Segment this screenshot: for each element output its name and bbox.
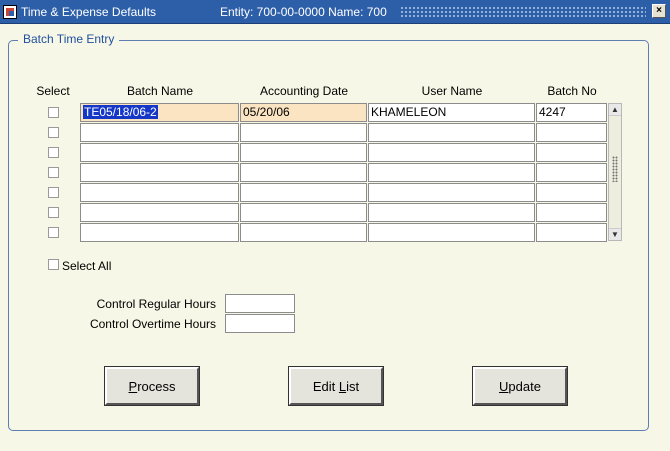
row-select-checkbox[interactable] bbox=[48, 107, 59, 118]
user-name-field[interactable] bbox=[368, 143, 535, 162]
select-all-label: Select All bbox=[62, 259, 112, 273]
scroll-up-arrow-icon[interactable]: ▲ bbox=[609, 104, 621, 116]
user-name-field[interactable] bbox=[368, 223, 535, 242]
close-icon[interactable]: × bbox=[652, 4, 666, 18]
records-scrollbar[interactable]: ▲ ▼ bbox=[608, 103, 622, 241]
batch-name-field[interactable] bbox=[80, 143, 239, 162]
control-regular-hours-field[interactable] bbox=[225, 294, 295, 313]
titlebar-dotted-pattern bbox=[400, 6, 646, 18]
batch-name-field[interactable] bbox=[80, 183, 239, 202]
row-select-checkbox[interactable] bbox=[48, 227, 59, 238]
title-bar[interactable]: Time & Expense Defaults Entity: 700-00-0… bbox=[0, 0, 670, 24]
accounting-date-field[interactable] bbox=[240, 123, 367, 142]
accounting-date-field[interactable] bbox=[240, 163, 367, 182]
user-name-field[interactable]: KHAMELEON bbox=[368, 103, 535, 122]
batch-name-field[interactable]: TE05/18/06-2 bbox=[80, 103, 239, 122]
column-header-select: Select bbox=[36, 84, 70, 98]
scroll-thumb-grip[interactable] bbox=[612, 156, 618, 182]
row-select-checkbox[interactable] bbox=[48, 167, 59, 178]
process-button[interactable]: Process bbox=[104, 366, 200, 406]
window-title: Time & Expense Defaults bbox=[21, 4, 156, 19]
column-header-batch-no: Batch No bbox=[547, 84, 597, 98]
accounting-date-field[interactable]: 05/20/06 bbox=[240, 103, 367, 122]
row-select-checkbox[interactable] bbox=[48, 207, 59, 218]
user-name-field[interactable] bbox=[368, 163, 535, 182]
batch-no-field[interactable] bbox=[536, 223, 607, 242]
batch-no-field[interactable] bbox=[536, 123, 607, 142]
batch-name-field[interactable] bbox=[80, 223, 239, 242]
update-button[interactable]: Update bbox=[472, 366, 568, 406]
control-regular-hours-label: Control Regular Hours bbox=[96, 297, 216, 311]
batch-no-field[interactable] bbox=[536, 203, 607, 222]
row-select-checkbox[interactable] bbox=[48, 127, 59, 138]
accounting-date-field[interactable] bbox=[240, 223, 367, 242]
select-all-checkbox[interactable] bbox=[48, 259, 59, 270]
control-overtime-hours-field[interactable] bbox=[225, 314, 295, 333]
column-header-user-name: User Name bbox=[421, 84, 483, 98]
scroll-down-arrow-icon[interactable]: ▼ bbox=[609, 228, 621, 240]
user-name-field[interactable] bbox=[368, 123, 535, 142]
column-header-batch-name: Batch Name bbox=[126, 84, 194, 98]
row-select-checkbox[interactable] bbox=[48, 147, 59, 158]
accounting-date-field[interactable] bbox=[240, 183, 367, 202]
batch-no-field[interactable] bbox=[536, 143, 607, 162]
accounting-date-field[interactable] bbox=[240, 203, 367, 222]
batch-name-field[interactable] bbox=[80, 203, 239, 222]
control-overtime-hours-label: Control Overtime Hours bbox=[89, 317, 216, 331]
batch-no-field[interactable] bbox=[536, 163, 607, 182]
column-header-accounting-date: Accounting Date bbox=[259, 84, 349, 98]
group-legend: Batch Time Entry bbox=[18, 32, 120, 46]
user-name-field[interactable] bbox=[368, 183, 535, 202]
batch-no-field[interactable] bbox=[536, 183, 607, 202]
entity-info: Entity: 700-00-0000 Name: 700 bbox=[220, 5, 387, 19]
oracle-forms-icon bbox=[3, 4, 17, 19]
batch-no-field[interactable]: 4247 bbox=[536, 103, 607, 122]
row-select-checkbox[interactable] bbox=[48, 187, 59, 198]
batch-name-field[interactable] bbox=[80, 123, 239, 142]
batch-name-field[interactable] bbox=[80, 163, 239, 182]
user-name-field[interactable] bbox=[368, 203, 535, 222]
accounting-date-field[interactable] bbox=[240, 143, 367, 162]
edit-list-button[interactable]: Edit List bbox=[288, 366, 384, 406]
